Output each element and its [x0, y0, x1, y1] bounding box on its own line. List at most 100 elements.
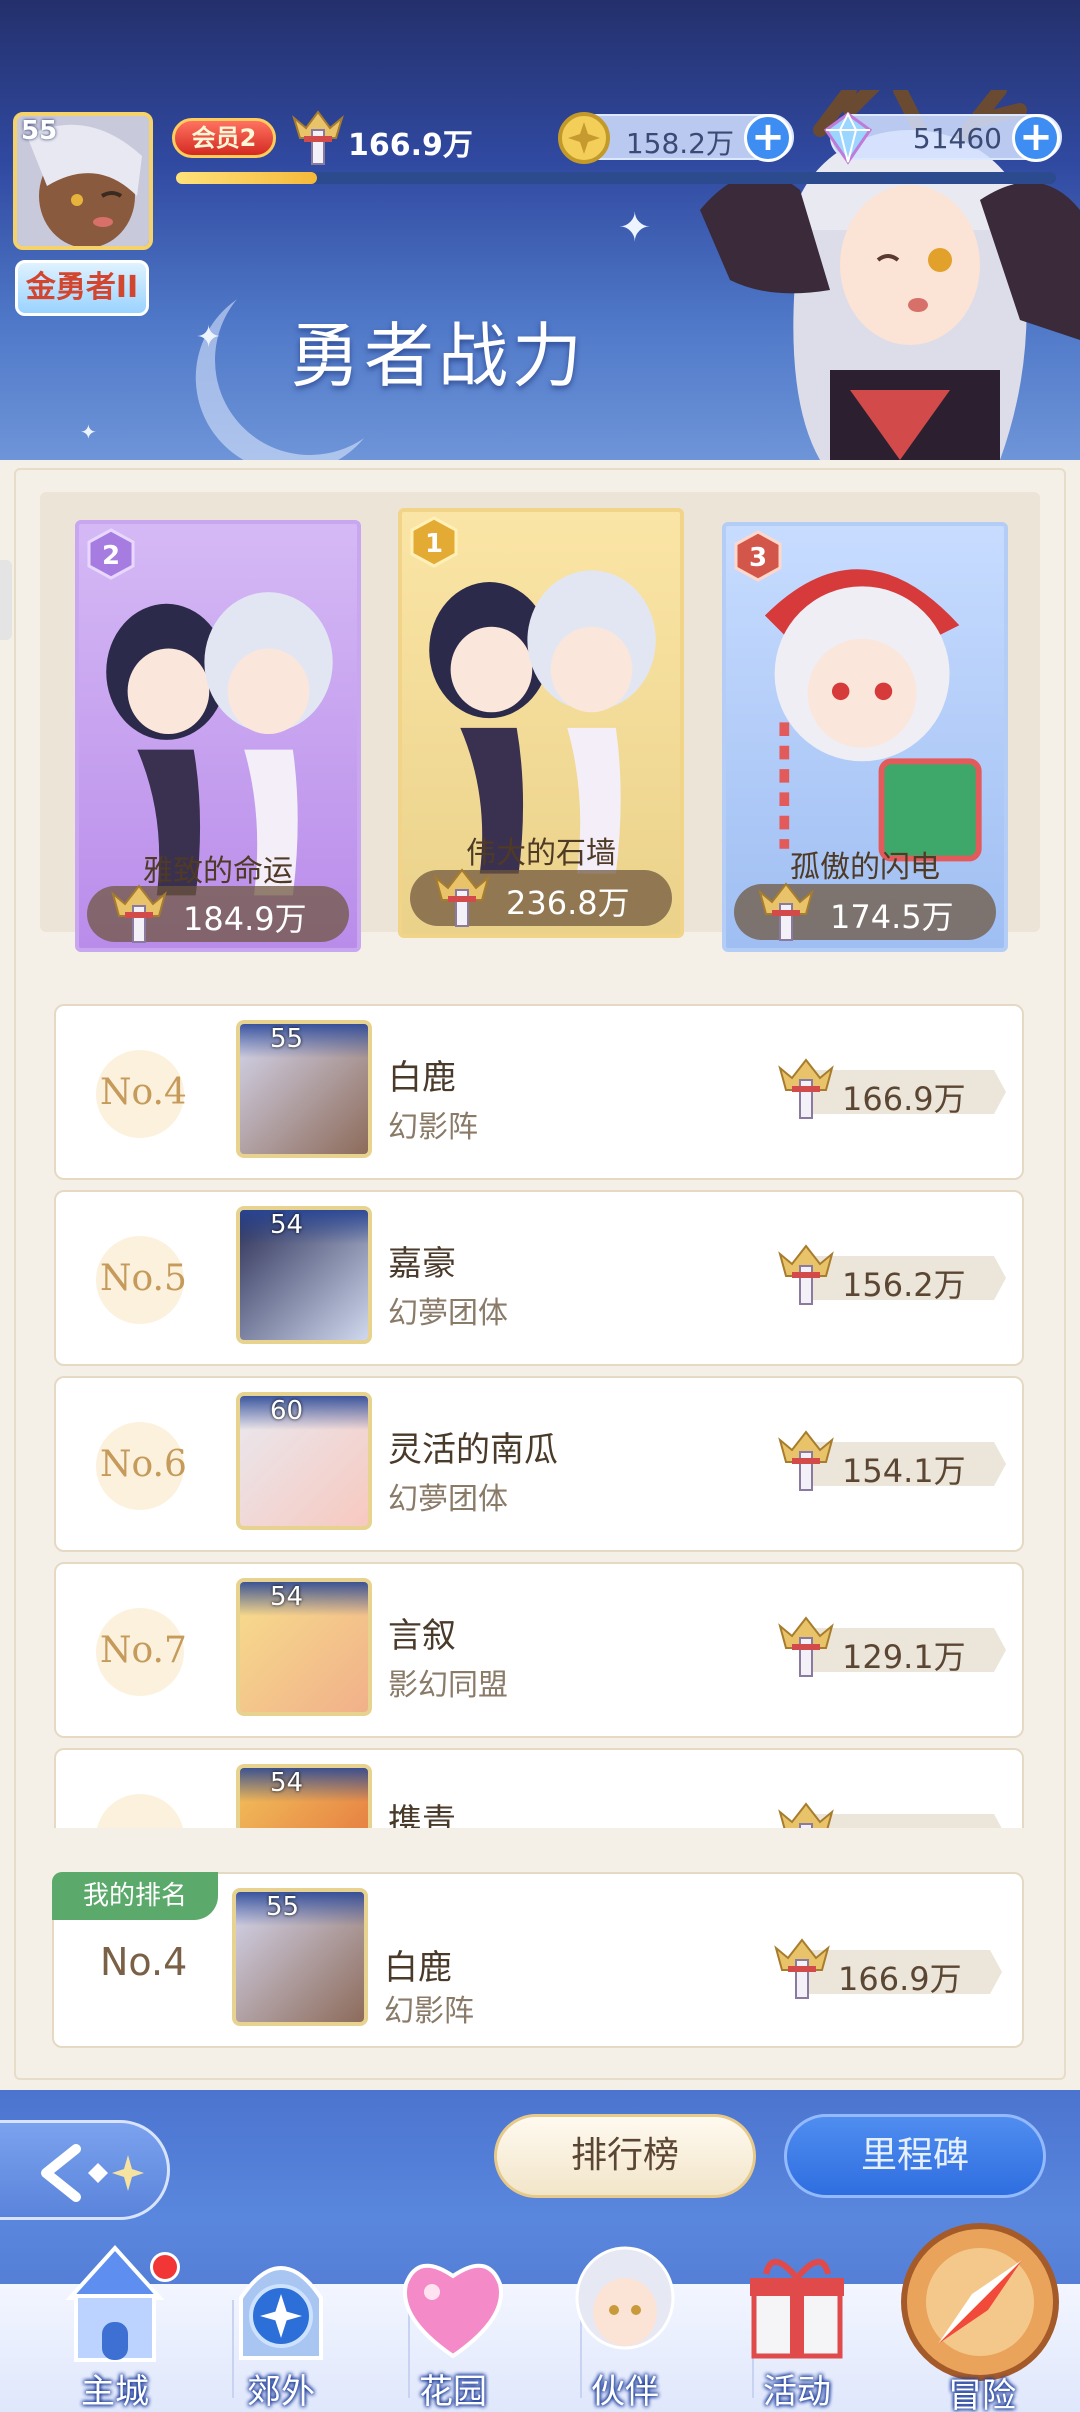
- svg-text:3: 3: [749, 543, 767, 573]
- svg-text:2: 2: [102, 541, 120, 571]
- back-button[interactable]: [0, 2120, 170, 2220]
- heart-icon: [403, 2263, 503, 2359]
- my-level: 55: [266, 1892, 300, 1922]
- player-level: 54: [270, 1582, 304, 1612]
- vip-badge[interactable]: 会员2: [172, 118, 276, 158]
- nav-label: 伙伴: [591, 2372, 659, 2412]
- nav-partner[interactable]: 伙伴: [540, 2238, 710, 2412]
- medal-3-icon: 3: [734, 530, 782, 582]
- list-item[interactable]: No.7 54 言叙 影幻同盟 129.1万: [54, 1562, 1024, 1738]
- list-item[interactable]: No.4 55 白鹿 幻影阵 166.9万: [54, 1004, 1024, 1180]
- podium-rank-3[interactable]: 3 孤傲的闪电 174.5万: [722, 522, 1008, 952]
- diamond-currency: 51460 +: [823, 111, 1062, 165]
- nav-garden[interactable]: 花园: [368, 2238, 538, 2412]
- partner-avatar-icon: [575, 2246, 675, 2350]
- player-portrait[interactable]: 54: [236, 1206, 372, 1344]
- crown-sword-icon: [434, 868, 490, 927]
- player-power: [776, 1802, 1016, 1828]
- tab-leaderboard[interactable]: 排行榜: [494, 2114, 756, 2198]
- rank-number: No.7: [100, 1630, 187, 1671]
- player-power-value: 166.9万: [842, 1080, 966, 1118]
- rank-number: No.6: [100, 1444, 187, 1485]
- rank-emblem: [96, 1794, 184, 1828]
- guild-name: 幻夢团体: [388, 1482, 508, 1517]
- player-power-value: 156.2万: [842, 1266, 966, 1304]
- crown-sword-icon: [778, 1430, 834, 1491]
- player-avatar[interactable]: 55: [13, 112, 153, 250]
- player-name: 灵活的南瓜: [388, 1430, 558, 1470]
- exp-progress-fill: [176, 172, 317, 184]
- sparkle-icon: ✦: [196, 320, 222, 355]
- back-arrow-icon: [41, 2144, 144, 2202]
- nav-label: 郊外: [247, 2372, 315, 2412]
- my-rank-tag: 我的排名: [52, 1872, 218, 1920]
- player-portrait[interactable]: 54: [236, 1578, 372, 1716]
- sparkle-icon: ✦: [80, 420, 97, 444]
- crown-sword-icon: [111, 884, 167, 943]
- add-diamond-button[interactable]: +: [1012, 114, 1060, 162]
- my-rank-row[interactable]: 我的排名 No.4 55 白鹿 幻影阵 166.9万: [52, 1872, 1024, 2048]
- player-level: 55: [270, 1024, 304, 1054]
- nav-label: 活动: [763, 2372, 831, 2412]
- crown-sword-icon: [778, 1058, 834, 1119]
- notification-dot: [150, 2252, 180, 2282]
- my-portrait[interactable]: 55: [232, 1888, 368, 2026]
- medal-2-icon: 2: [87, 528, 135, 580]
- player-portrait[interactable]: 60: [236, 1392, 372, 1530]
- crown-sword-icon: [778, 1244, 834, 1305]
- podium-rank-2[interactable]: 2 雅致的命运 184.9万: [75, 520, 361, 952]
- side-handle[interactable]: [0, 560, 12, 640]
- player-power: 156.2万: [776, 1244, 1016, 1305]
- my-rank-number: No.4: [100, 1940, 188, 1984]
- crown-sword-icon: [292, 110, 344, 165]
- rank-title-badge[interactable]: 金勇者II: [15, 260, 149, 316]
- player-power: 166.9万: [776, 1058, 1016, 1119]
- podium-power-value: 236.8万: [506, 884, 630, 922]
- player-name: 嘉豪: [388, 1244, 456, 1284]
- gold-currency: 158.2万 +: [558, 112, 794, 164]
- gold-coin-icon: [558, 112, 610, 164]
- diamond-value: 51460: [912, 122, 1002, 155]
- portal-icon: [239, 2266, 323, 2360]
- player-power: 154.1万: [776, 1430, 1016, 1491]
- player-level: 55: [21, 116, 58, 146]
- podium-rank-1[interactable]: 1 伟大的石墙 236.8万: [398, 508, 684, 938]
- podium-power-value: 174.5万: [830, 898, 954, 936]
- player-power: 129.1万: [776, 1616, 1016, 1677]
- nav-adventure[interactable]: 冒险: [892, 2220, 1072, 2412]
- add-gold-button[interactable]: +: [744, 114, 792, 162]
- my-guild: 幻影阵: [384, 1994, 474, 2029]
- header-banner: ✦ ✦ ✦ ✦ 55 金勇者II 会员2: [0, 0, 1080, 460]
- player-name: 携青: [388, 1802, 456, 1828]
- player-level: 54: [270, 1768, 304, 1798]
- rank-number: No.4: [100, 1072, 187, 1113]
- player-power-value: 129.1万: [842, 1638, 966, 1676]
- compass-icon: [901, 2223, 1059, 2381]
- player-level: 60: [270, 1396, 304, 1426]
- podium-power-value: 184.9万: [183, 900, 307, 938]
- tab-milestone[interactable]: 里程碑: [784, 2114, 1046, 2198]
- gold-value: 158.2万: [625, 127, 734, 160]
- nav-outskirts[interactable]: 郊外: [196, 2238, 366, 2412]
- crown-sword-icon: [774, 1938, 830, 1999]
- podium-power: 174.5万: [734, 882, 996, 941]
- my-name: 白鹿: [384, 1948, 452, 1988]
- guild-name: 幻影阵: [388, 1110, 478, 1145]
- nav-label: 花园: [419, 2372, 487, 2412]
- podium-power: 236.8万: [410, 868, 672, 927]
- guild-name: 影幻同盟: [388, 1668, 508, 1703]
- list-item[interactable]: 54 携青: [54, 1748, 1024, 1828]
- svg-text:1: 1: [425, 529, 443, 559]
- list-item[interactable]: No.6 60 灵活的南瓜 幻夢团体 154.1万: [54, 1376, 1024, 1552]
- ranking-list[interactable]: No.4 55 白鹿 幻影阵 166.9万 No.5 54 嘉豪 幻夢团体 15…: [50, 992, 1030, 1828]
- nav-activity[interactable]: 活动: [712, 2238, 882, 2412]
- nav-label: 冒险: [948, 2376, 1016, 2412]
- medal-1-icon: 1: [410, 516, 458, 568]
- player-power-value: 166.9万: [348, 128, 473, 163]
- my-power-value: 166.9万: [838, 1960, 962, 1998]
- list-item[interactable]: No.5 54 嘉豪 幻夢团体 156.2万: [54, 1190, 1024, 1366]
- player-portrait[interactable]: 55: [236, 1020, 372, 1158]
- podium-power: 184.9万: [87, 884, 349, 943]
- player-level: 54: [270, 1210, 304, 1240]
- player-portrait[interactable]: 54: [236, 1764, 372, 1828]
